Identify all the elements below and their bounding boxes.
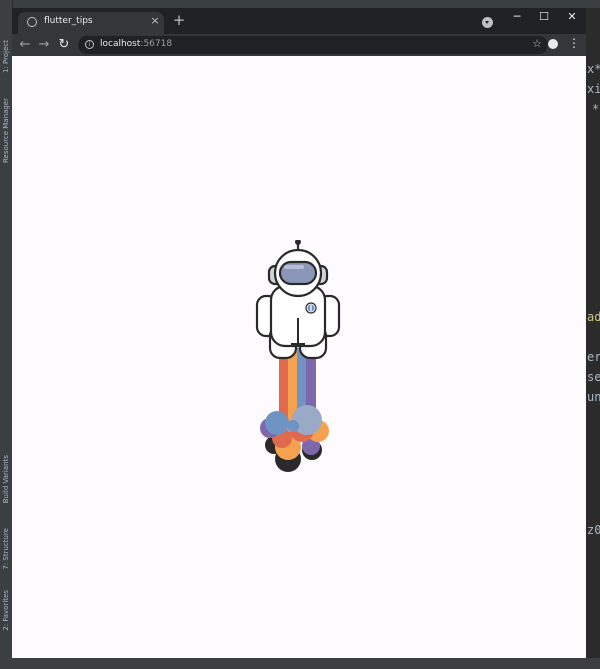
- astronaut-illustration: [255, 240, 341, 472]
- forward-button[interactable]: →: [36, 37, 52, 53]
- browser-toolbar: ← → ↻ i localhost:56718 ☆ ⋮: [12, 34, 586, 56]
- structure-tool-tab[interactable]: 7: Structure: [1, 528, 11, 570]
- favorites-tool-tab[interactable]: 2: Favorites: [1, 590, 11, 631]
- code-fragment: xi: [587, 82, 600, 96]
- code-fragment: *: [592, 102, 600, 116]
- browser-menu-icon[interactable]: ⋮: [568, 36, 580, 50]
- resource-manager-tool-tab[interactable]: Resource Manager: [1, 98, 11, 163]
- close-tab-button[interactable]: ×: [149, 14, 161, 27]
- project-tool-tab[interactable]: 1: Project: [1, 40, 11, 73]
- back-button[interactable]: ←: [17, 37, 33, 53]
- globe-icon: [27, 17, 37, 27]
- smoke-cloud: [260, 405, 329, 472]
- ide-status-bar: [0, 658, 600, 669]
- code-fragment: z0: [587, 523, 600, 537]
- tab-strip: flutter_tips × + ─ ☐ ✕: [12, 8, 586, 34]
- tab-search-icon[interactable]: [482, 17, 493, 28]
- browser-window: flutter_tips × + ─ ☐ ✕ ← → ↻ i localhost…: [12, 8, 586, 658]
- info-icon[interactable]: i: [85, 40, 94, 49]
- tab-title: flutter_tips: [44, 16, 93, 26]
- build-variants-tool-tab[interactable]: Build Variants: [1, 455, 11, 503]
- reload-button[interactable]: ↻: [56, 37, 72, 53]
- ide-top-bar: [0, 0, 600, 8]
- close-window-button[interactable]: ✕: [563, 10, 581, 23]
- new-tab-button[interactable]: +: [171, 11, 187, 29]
- code-fragment: un: [587, 390, 600, 404]
- address-bar[interactable]: i localhost:56718 ☆: [78, 36, 548, 54]
- tab-flutter-tips[interactable]: flutter_tips ×: [18, 12, 164, 34]
- url-text: localhost:56718: [100, 39, 173, 49]
- code-fragment: ad: [587, 310, 600, 324]
- minimize-button[interactable]: ─: [508, 10, 526, 23]
- bookmark-star-icon[interactable]: ☆: [532, 37, 542, 50]
- code-fragment: x*: [587, 62, 600, 76]
- account-icon[interactable]: [548, 39, 558, 49]
- code-fragment: er: [587, 350, 600, 364]
- code-fragment: se: [587, 370, 600, 384]
- page-viewport: [12, 56, 586, 658]
- maximize-button[interactable]: ☐: [535, 10, 553, 23]
